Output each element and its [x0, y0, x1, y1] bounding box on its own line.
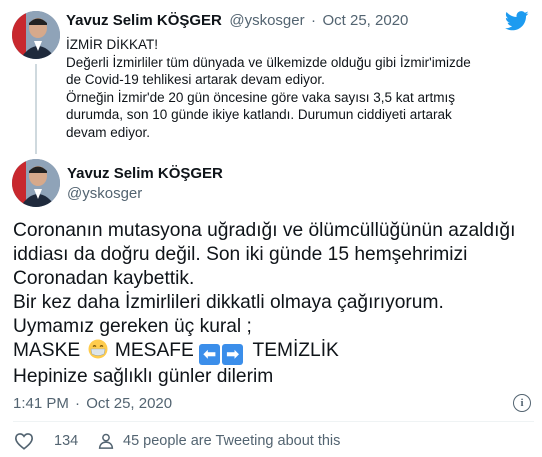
footer-divider	[13, 421, 534, 422]
like-button[interactable]: 134	[14, 432, 78, 450]
prev-tweet-header: Yavuz Selim KÖŞGER @yskosger · Oct 25, 2…	[66, 12, 408, 30]
person-icon	[97, 432, 115, 450]
main-line: Bir kez daha İzmirlileri dikkatli olmaya…	[13, 292, 444, 313]
left-arrow-icon: ⬅	[199, 344, 221, 365]
prev-author-handle[interactable]: @yskosger	[229, 12, 304, 29]
thread-connector-line	[35, 64, 37, 154]
heart-icon	[14, 432, 34, 450]
mask-emoji-icon	[88, 339, 108, 359]
right-arrow-icon: ➡	[222, 344, 244, 365]
twitter-bird-icon[interactable]	[504, 11, 529, 36]
main-author-name[interactable]: Yavuz Selim KÖŞGER	[67, 165, 223, 182]
closing-line: Hepinize sağlıklı günler dilerim	[13, 366, 274, 387]
prev-dot-separator: ·	[311, 12, 317, 29]
main-line: Coronanın mutasyona uğradığı ve ölümcüll…	[13, 220, 516, 241]
info-icon[interactable]: i	[513, 394, 531, 412]
people-tweeting-link[interactable]: 45 people are Tweeting about this	[97, 432, 340, 450]
prev-line: de Covid-19 tehlikesi artarak devam ediy…	[66, 72, 325, 87]
prev-tweet-text: İZMİR DİKKAT! Değerli İzmirliler tüm dün…	[66, 36, 536, 141]
prev-line: İZMİR DİKKAT!	[66, 37, 159, 52]
main-tweet-text: Coronanın mutasyona uğradığı ve ölümcüll…	[13, 219, 515, 389]
main-line: iddiası da doğru değil. Son iki günde 15…	[13, 244, 468, 265]
rule-mask: MASKE	[13, 340, 81, 361]
prev-tweet-date[interactable]: Oct 25, 2020	[323, 12, 409, 29]
prev-line: durumda, son 10 günde ikiye katlandı. Du…	[66, 107, 452, 122]
main-avatar[interactable]	[12, 159, 60, 207]
main-tweet-timestamp[interactable]: 1:41 PM · Oct 25, 2020	[13, 395, 172, 412]
rule-distance: MESAFE	[114, 340, 194, 361]
prev-line: Değerli İzmirliler tüm dünyada ve ülkemi…	[66, 54, 471, 70]
tweet-date: Oct 25, 2020	[86, 395, 173, 412]
like-count: 134	[54, 433, 79, 449]
main-author-handle[interactable]: @yskosger	[67, 185, 142, 202]
prev-avatar[interactable]	[12, 11, 60, 59]
prev-line: Örneğin İzmir'de 20 gün öncesine göre va…	[66, 89, 456, 105]
main-line: Uymamız gereken üç kural ;	[13, 316, 252, 337]
tweet-time: 1:41 PM	[13, 395, 69, 412]
prev-line: devam ediyor.	[66, 124, 151, 140]
main-line: Coronadan kaybettik.	[13, 268, 195, 289]
prev-author-name[interactable]: Yavuz Selim KÖŞGER	[66, 12, 222, 29]
people-tweeting-text: 45 people are Tweeting about this	[123, 433, 341, 449]
rules-line: MASKE MESAFE ⬅ ➡ TEMİZLİK	[13, 339, 515, 365]
rule-cleanliness: TEMİZLİK	[252, 340, 339, 361]
time-dot-separator: ·	[75, 395, 81, 412]
